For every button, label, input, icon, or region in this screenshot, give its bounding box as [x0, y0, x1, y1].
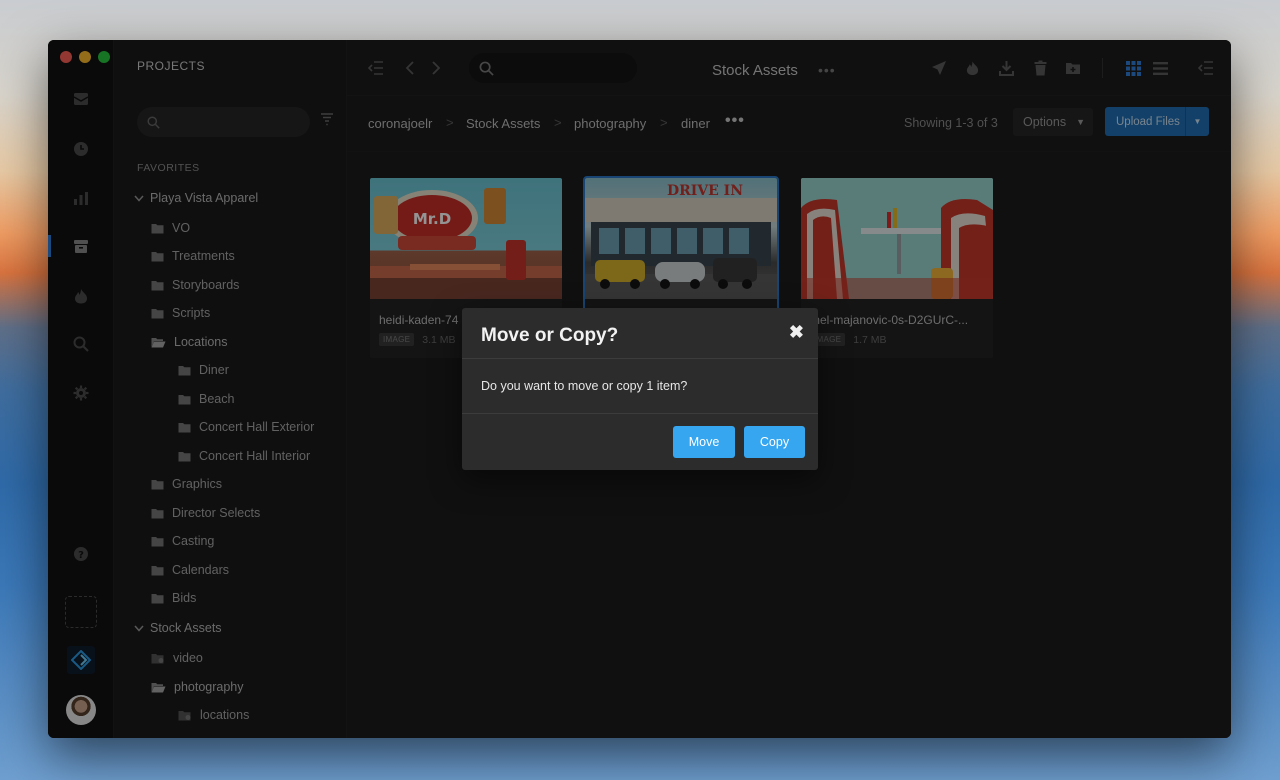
dialog-title: Move or Copy? — [481, 325, 619, 346]
dialog-divider — [462, 358, 818, 359]
dialog-message: Do you want to move or copy 1 item? — [481, 379, 688, 393]
dialog-divider — [462, 413, 818, 414]
move-copy-dialog: Move or Copy? ✖ Do you want to move or c… — [462, 308, 818, 470]
copy-button[interactable]: Copy — [744, 426, 805, 458]
close-icon[interactable]: ✖ — [789, 322, 804, 343]
move-button[interactable]: Move — [673, 426, 735, 458]
